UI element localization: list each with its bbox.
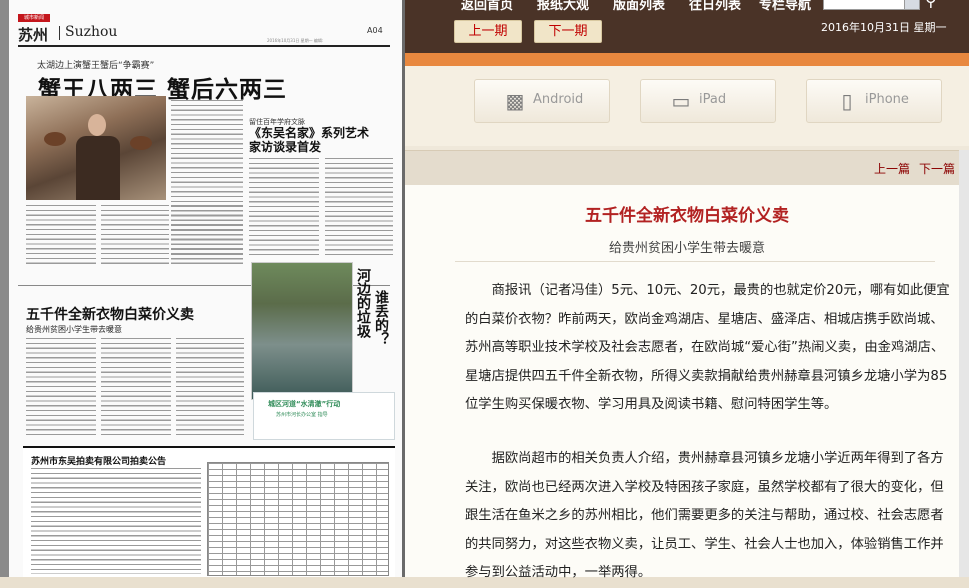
auction-table xyxy=(207,462,389,576)
search-input[interactable] xyxy=(823,0,905,10)
tablet-icon: ▭ xyxy=(671,89,691,113)
page-date-line: 2016年10月31日 星期一 编辑: xyxy=(267,38,324,43)
android-button[interactable]: ▩ Android xyxy=(474,79,610,123)
nav-past-list[interactable]: 往日列表 xyxy=(689,0,741,13)
photo-title-vertical: 河边的垃圾 xyxy=(355,268,371,338)
crab-shape xyxy=(130,136,152,150)
article-nav-strip: 上一篇 下一篇 xyxy=(405,151,969,185)
section-logo: 城市新闻 xyxy=(18,14,50,22)
text-column xyxy=(176,338,244,438)
next-article-link[interactable]: 下一篇 xyxy=(919,160,955,177)
nav-newspapers[interactable]: 报纸大观 xyxy=(537,0,589,13)
device-bar: ▩ Android ▭ iPad ▯ iPhone xyxy=(405,66,969,146)
iphone-label: iPhone xyxy=(865,92,909,107)
caption-subtitle: 苏州市河长办公室 指导 xyxy=(276,412,328,418)
iphone-button[interactable]: ▯ iPhone xyxy=(806,79,942,123)
article-subtitle: 给贵州贫困小学生带去暖意 xyxy=(608,241,765,256)
nav-columns[interactable]: 专栏导航 xyxy=(759,0,811,13)
top-navigation-bar: 返回首页 报纸大观 版面列表 往日列表 专栏导航 ⚲ 上一期 下一期 2016年… xyxy=(405,0,969,53)
article-paragraph: 商报讯（记者冯佳）5元、10元、20元，最贵的也就定价20元，哪有如此便宜的白菜… xyxy=(465,283,950,412)
scrollbar[interactable] xyxy=(959,150,969,577)
article2-headline[interactable]: 五千件全新衣物白菜价义卖 xyxy=(26,304,194,324)
caption-box: 城区河道“水清澈”行动 苏州市河长办公室 指导 xyxy=(253,392,395,440)
nav-home[interactable]: 返回首页 xyxy=(461,0,513,13)
phone-icon: ▯ xyxy=(841,89,853,113)
accent-stripe xyxy=(405,53,969,66)
caption-title: 城区河道“水清澈”行动 xyxy=(268,400,341,408)
text-column xyxy=(325,158,393,256)
newspaper-panel: 城市新闻 苏州 Suzhou A04 2016年10月31日 星期一 编辑: 太… xyxy=(0,0,405,577)
ipad-button[interactable]: ▭ iPad xyxy=(640,79,776,123)
android-label: Android xyxy=(533,92,584,107)
page-city-en: Suzhou xyxy=(65,24,118,40)
prev-article-link[interactable]: 上一篇 xyxy=(874,160,910,177)
search-icon[interactable]: ⚲ xyxy=(925,0,937,10)
title-divider xyxy=(455,261,935,262)
text-column xyxy=(101,338,171,438)
text-column xyxy=(249,158,319,256)
issue-date: 2016年10月31日 星期一 xyxy=(821,21,947,34)
article-content: 五千件全新衣物白菜价义卖 给贵州贫困小学生带去暖意 商报讯（记者冯佳）5元、10… xyxy=(405,185,969,580)
article-paragraph: 据欧尚超市的相关负责人介绍，贵州赫章县河镇乡龙塘小学近两年得到了各方关注，欧尚也… xyxy=(465,451,944,580)
auction-title: 苏州市东吴拍卖有限公司拍卖公告 xyxy=(31,457,167,467)
page-city: 苏州 xyxy=(18,26,49,44)
photo-title-vertical: 谁丢的？ xyxy=(373,290,389,346)
series-headline[interactable]: 《东吴名家》系列艺术家访谈录首发 xyxy=(249,126,379,154)
crab-shape xyxy=(44,132,66,146)
crab-photo[interactable] xyxy=(26,96,166,200)
newspaper-page[interactable]: 城市新闻 苏州 Suzhou A04 2016年10月31日 星期一 编辑: 太… xyxy=(9,0,402,577)
page-number: A04 xyxy=(367,26,383,35)
android-icon: ▩ xyxy=(505,89,525,113)
nav-page-list[interactable]: 版面列表 xyxy=(613,0,665,13)
auction-text xyxy=(31,468,201,574)
text-column xyxy=(171,205,243,267)
text-column xyxy=(26,338,96,438)
search-dropdown-button[interactable] xyxy=(904,0,920,10)
river-photo[interactable] xyxy=(251,262,353,400)
article-title: 五千件全新衣物白菜价义卖 xyxy=(585,206,789,226)
ipad-label: iPad xyxy=(699,92,727,107)
text-column xyxy=(101,205,169,267)
photo-figure xyxy=(76,136,120,200)
auction-notice[interactable]: 苏州市东吴拍卖有限公司拍卖公告 xyxy=(23,446,395,577)
photo-figure-head xyxy=(88,114,106,136)
reader-panel: 返回首页 报纸大观 版面列表 往日列表 专栏导航 ⚲ 上一期 下一期 2016年… xyxy=(405,0,969,580)
header-divider xyxy=(59,26,60,40)
next-issue-button[interactable]: 下一期 xyxy=(534,20,602,43)
prev-issue-button[interactable]: 上一期 xyxy=(454,20,522,43)
article2-subtitle: 给贵州贫困小学生带去暖意 xyxy=(26,325,122,334)
text-column xyxy=(26,205,96,267)
header-rule xyxy=(18,45,390,47)
